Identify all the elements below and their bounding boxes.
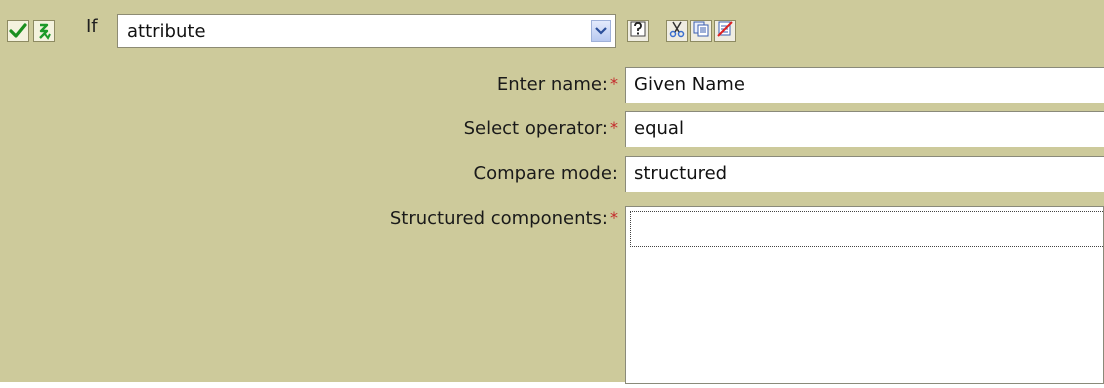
- required-asterisk: *: [610, 118, 618, 137]
- if-label: If: [86, 16, 98, 37]
- structured-components-selected-item[interactable]: [630, 211, 1103, 247]
- compare-mode-label: Compare mode:: [474, 163, 618, 184]
- chevron-down-icon[interactable]: [591, 20, 611, 42]
- condition-toolbar: If attribute: [0, 0, 1104, 63]
- condition-type-select[interactable]: attribute: [117, 14, 616, 48]
- enter-name-label: Enter name: *: [497, 74, 618, 95]
- negate-toggle-button[interactable]: [33, 20, 55, 42]
- condition-type-value: attribute: [127, 21, 206, 42]
- enter-name-value: Given Name: [634, 74, 745, 95]
- enter-name-field[interactable]: Given Name: [625, 67, 1104, 103]
- delete-button[interactable]: [714, 20, 736, 42]
- compare-mode-value: structured: [634, 163, 728, 184]
- copy-icon: [692, 20, 710, 42]
- cut-icon: [668, 20, 686, 42]
- select-operator-field[interactable]: equal: [625, 111, 1104, 147]
- help-button[interactable]: [627, 20, 649, 42]
- delete-icon: [716, 20, 734, 42]
- negate-icon: [35, 22, 53, 40]
- select-operator-value: equal: [634, 118, 684, 139]
- required-asterisk: *: [610, 208, 618, 227]
- enable-toggle-button[interactable]: [7, 20, 29, 42]
- structured-components-label: Structured components: *: [390, 208, 618, 229]
- required-asterisk: *: [610, 74, 618, 93]
- select-operator-label-text: Select operator:: [463, 118, 608, 139]
- select-operator-label: Select operator: *: [464, 118, 618, 139]
- check-icon: [9, 22, 27, 40]
- structured-components-list[interactable]: [625, 206, 1104, 384]
- compare-mode-field[interactable]: structured: [625, 156, 1104, 192]
- cut-button[interactable]: [666, 20, 688, 42]
- compare-mode-label-text: Compare mode:: [473, 163, 618, 184]
- copy-button[interactable]: [690, 20, 712, 42]
- enter-name-label-text: Enter name:: [496, 74, 608, 95]
- help-icon: [630, 21, 646, 41]
- structured-components-label-text: Structured components:: [389, 208, 608, 229]
